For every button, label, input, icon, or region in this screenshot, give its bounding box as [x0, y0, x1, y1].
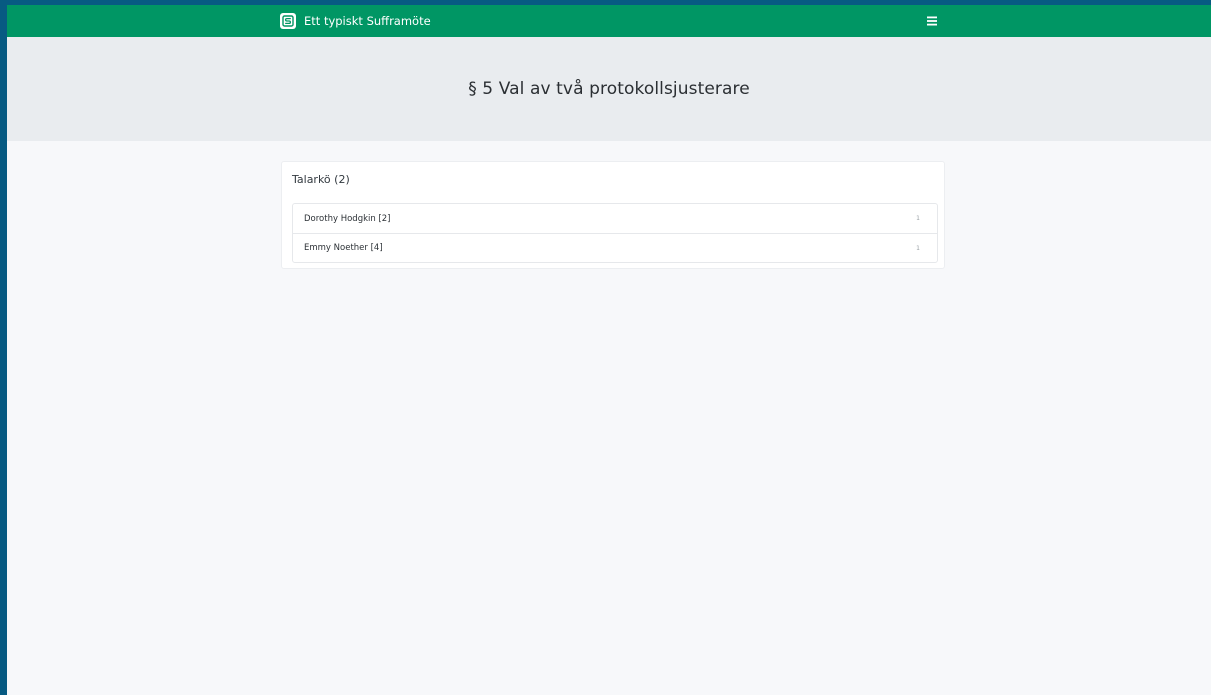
brand-title: Ett typiskt Sufframöte	[304, 14, 431, 28]
brand-link[interactable]: Ett typiskt Sufframöte	[280, 5, 431, 37]
speaker-list-card: Talarkö (2) Dorothy Hodgkin [2] 1 Emmy N…	[281, 161, 945, 269]
speaker-list: Dorothy Hodgkin [2] 1 Emmy Noether [4] 1	[292, 203, 938, 263]
page-header: § 5 Val av två protokollsjusterare	[7, 37, 1211, 141]
speaker-list-item[interactable]: Emmy Noether [4] 1	[293, 233, 937, 262]
speaker-list-title: Talarkö (2)	[292, 173, 350, 186]
speaker-list-item[interactable]: Dorothy Hodgkin [2] 1	[293, 204, 937, 233]
speaker-name: Dorothy Hodgkin [2]	[304, 213, 391, 224]
top-navbar: Ett typiskt Sufframöte	[7, 5, 1211, 37]
speaker-count-badge: 1	[916, 244, 920, 252]
hamburger-menu-icon[interactable]	[925, 14, 939, 28]
page-title: § 5 Val av två protokollsjusterare	[468, 79, 750, 99]
speaker-count-badge: 1	[916, 215, 920, 222]
app-window: Ett typiskt Sufframöte § 5 Val av två pr…	[7, 5, 1211, 695]
speaker-name: Emmy Noether [4]	[304, 243, 383, 253]
suffra-logo-icon	[280, 13, 296, 29]
